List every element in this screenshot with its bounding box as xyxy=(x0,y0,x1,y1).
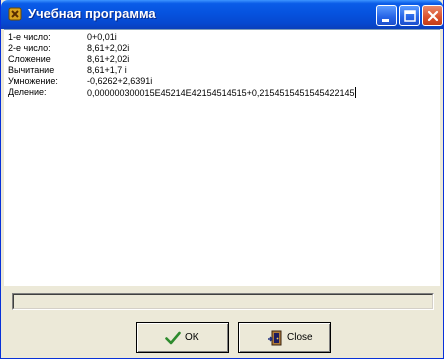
maximize-button[interactable] xyxy=(399,5,420,26)
app-icon[interactable] xyxy=(7,6,23,22)
status-bar xyxy=(12,293,434,310)
title-bar[interactable]: Учебная программа xyxy=(1,0,443,29)
minimize-button[interactable] xyxy=(376,5,397,26)
app-window: Учебная программа 1-е число: 0+0,01i 2-е… xyxy=(0,0,444,359)
close-icon xyxy=(427,10,439,22)
status-bar-text xyxy=(13,294,433,309)
row-value: 8,61+2,02i xyxy=(87,54,130,64)
results-text-area[interactable]: 1-е число: 0+0,01i 2-е число: 8,61+2,02i… xyxy=(4,29,440,286)
window-title: Учебная программа xyxy=(28,6,156,21)
text-caret xyxy=(354,87,356,98)
row-value: -0,6262+2,6391i xyxy=(87,76,153,86)
close-button-label: Close xyxy=(287,332,313,343)
row-value: 0,000000300015E45214E42154514515+0,21545… xyxy=(87,87,356,98)
row-label: Деление: xyxy=(8,87,47,97)
checkmark-icon xyxy=(165,330,181,346)
ok-button-label: ОК xyxy=(185,332,199,343)
ok-button[interactable]: ОК xyxy=(136,322,229,353)
row-value: 8,61+1,7 i xyxy=(87,65,127,75)
row-label: Сложение xyxy=(8,54,51,64)
maximize-icon xyxy=(404,10,416,22)
close-button[interactable]: Close xyxy=(238,322,331,353)
row-label: Умножение: xyxy=(8,76,58,86)
row-label: 2-е число: xyxy=(8,43,51,53)
division-value-text: 0,000000300015E45214E42154514515+0,21545… xyxy=(87,88,355,98)
minimize-icon xyxy=(382,19,389,22)
door-exit-icon xyxy=(267,330,283,346)
row-label: 1-е число: xyxy=(8,32,51,42)
window-close-button[interactable] xyxy=(422,5,443,26)
row-value: 8,61+2,02i xyxy=(87,43,130,53)
row-value: 0+0,01i xyxy=(87,32,117,42)
row-label: Вычитание xyxy=(8,65,55,75)
